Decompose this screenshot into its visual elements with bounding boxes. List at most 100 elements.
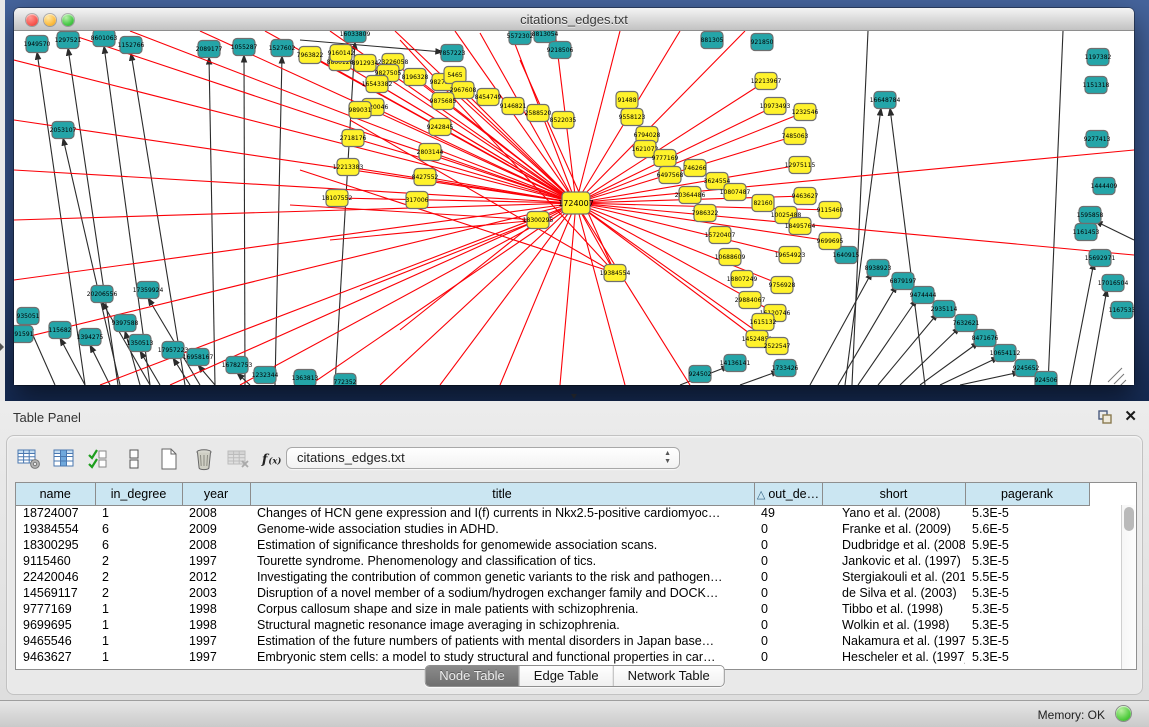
new-file-icon[interactable] (155, 445, 183, 473)
table-row[interactable]: 977716911998Corpus callosum shape and si… (16, 601, 1089, 617)
graph-node[interactable]: 1949570 (24, 36, 51, 53)
column-checks-icon[interactable] (85, 445, 113, 473)
function-icon[interactable]: f(x) (260, 445, 288, 473)
graph-node[interactable]: 924506 (1035, 372, 1058, 386)
graph-node[interactable]: 115682 (49, 322, 72, 339)
table-row[interactable]: 2242004622012Investigating the contribut… (16, 569, 1089, 585)
graph-node[interactable]: 1151318 (1083, 77, 1110, 94)
graph-node[interactable]: 16543382 (362, 76, 393, 93)
graph-node[interactable]: 9218506 (547, 42, 574, 59)
graph-node[interactable]: 2718176 (340, 130, 367, 147)
splitter-handle-icon[interactable] (571, 394, 577, 399)
graph-node[interactable]: 9115460 (817, 202, 844, 219)
table-row[interactable]: 1872400712008Changes of HCN gene express… (16, 505, 1089, 521)
graph-node[interactable]: 12975115 (785, 157, 816, 174)
graph-node[interactable]: 1444409 (1091, 178, 1118, 195)
graph-node[interactable]: 12213967 (751, 73, 782, 90)
tab-network-table[interactable]: Network Table (613, 666, 724, 686)
window-titlebar[interactable]: citations_edges.txt (14, 8, 1134, 31)
graph-node[interactable]: 9558123 (619, 109, 646, 126)
graph-node[interactable]: 7986322 (692, 205, 719, 222)
graph-node[interactable]: 317006 (406, 192, 429, 209)
close-panel-icon[interactable]: ✕ (1124, 407, 1137, 425)
graph-node[interactable]: 9474444 (910, 287, 937, 304)
graph-node[interactable]: 9397588 (112, 315, 139, 332)
graph-node[interactable]: 989031 (349, 102, 372, 119)
graph-node[interactable]: 1394275 (77, 329, 104, 346)
graph-node[interactable]: 8601063 (91, 31, 118, 47)
graph-node[interactable]: 16782753 (222, 357, 253, 374)
graph-node[interactable]: 15720407 (705, 227, 736, 244)
graph-node[interactable]: 8471676 (972, 330, 999, 347)
column-header-short[interactable]: short (822, 483, 965, 505)
graph-node[interactable]: 1152766 (118, 37, 145, 54)
table-selector-dropdown[interactable]: citations_edges.txt ▲▼ (286, 447, 680, 469)
table-row[interactable]: 946362711997Embryonic stem cells: a mode… (16, 649, 1089, 665)
graph-node[interactable]: 1363813 (292, 370, 319, 386)
graph-node[interactable]: 9277413 (1084, 131, 1111, 148)
trash-icon[interactable] (190, 445, 218, 473)
graph-node[interactable]: 14136141 (720, 355, 751, 372)
graph-node[interactable]: 1232546 (792, 104, 819, 121)
graph-node[interactable]: 8196328 (402, 69, 429, 86)
graph-node[interactable]: 1595858 (1077, 207, 1104, 224)
graph-node[interactable]: 1615132 (750, 314, 777, 331)
graph-node[interactable]: 7632621 (953, 315, 980, 332)
table-settings-icon[interactable] (15, 445, 43, 473)
graph-node[interactable]: 12213383 (333, 159, 364, 176)
graph-node[interactable]: 9463627 (792, 188, 819, 205)
graph-node[interactable]: 5572302 (507, 31, 534, 45)
table-row[interactable]: 969969511998Structural magnetic resonanc… (16, 617, 1089, 633)
graph-node[interactable]: 10688609 (715, 249, 746, 266)
table-scrollbar[interactable] (1121, 505, 1136, 669)
graph-node[interactable]: 2053107 (50, 122, 77, 139)
table-row[interactable]: 1456911722003Disruption of a novel membe… (16, 585, 1089, 601)
column-header-year[interactable]: year (182, 483, 250, 505)
column-header-out_de[interactable]: △out_de… (754, 483, 822, 505)
graph-node[interactable]: 16033809 (340, 31, 371, 43)
graph-node[interactable]: 29884067 (735, 292, 766, 309)
canvas-resize-grip-icon[interactable] (1108, 368, 1126, 385)
graph-node[interactable]: 921850 (751, 34, 774, 51)
graph-node[interactable]: 391591 (14, 326, 34, 343)
graph-node[interactable]: 8522035 (550, 112, 577, 129)
graph-node[interactable]: 772352 (334, 374, 357, 386)
graph-node[interactable]: 18495764 (785, 218, 816, 235)
graph-node[interactable]: 9699695 (817, 233, 844, 250)
graph-node[interactable]: 1297521 (55, 32, 82, 49)
graph-node[interactable]: 9146821 (500, 98, 527, 115)
graph-node[interactable]: 10973493 (760, 98, 791, 115)
table-row[interactable]: 1830029562008Estimation of significance … (16, 537, 1089, 553)
column-header-in_degree[interactable]: in_degree (95, 483, 182, 505)
graph-node[interactable]: 1724007 (558, 192, 594, 214)
graph-node[interactable]: 9756928 (769, 277, 796, 294)
graph-node[interactable]: 7963822 (297, 47, 324, 64)
graph-node[interactable]: 8813054 (532, 31, 559, 43)
tab-node-table[interactable]: Node Table (425, 666, 519, 686)
graph-node[interactable]: 746266 (684, 160, 707, 177)
graph-node[interactable]: 1167533 (1109, 302, 1134, 319)
graph-node[interactable]: 1527602 (269, 40, 296, 57)
graph-node[interactable]: 17016504 (1098, 275, 1129, 292)
graph-node[interactable]: 20206556 (87, 286, 118, 303)
graph-node[interactable]: 1055287 (231, 39, 258, 56)
graph-node[interactable]: 20364486 (675, 187, 706, 204)
graph-node[interactable]: 8427552 (412, 169, 439, 186)
graph-node[interactable]: 2089177 (196, 41, 223, 58)
graph-node[interactable]: 18807249 (727, 271, 758, 288)
graph-node[interactable]: 9160142 (328, 45, 355, 62)
graph-node[interactable]: 18300295 (523, 212, 554, 229)
graph-node[interactable]: 2935114 (931, 301, 958, 318)
graph-node[interactable]: 10654112 (990, 345, 1021, 362)
graph-node[interactable]: 924502 (689, 366, 712, 383)
delete-table-icon[interactable] (225, 445, 253, 473)
graph-node[interactable]: 8912934 (352, 55, 379, 72)
graph-node[interactable]: 19654923 (775, 247, 806, 264)
table-row[interactable]: 1938455462009Genome-wide association stu… (16, 521, 1089, 537)
tab-edge-table[interactable]: Edge Table (519, 666, 613, 686)
graph-node[interactable]: 19384554 (600, 265, 631, 282)
graph-node[interactable]: 1161453 (1073, 224, 1100, 241)
graph-node[interactable]: 17359924 (133, 282, 164, 299)
graph-node[interactable]: 9777169 (652, 150, 679, 167)
graph-node[interactable]: 8454749 (475, 89, 502, 106)
